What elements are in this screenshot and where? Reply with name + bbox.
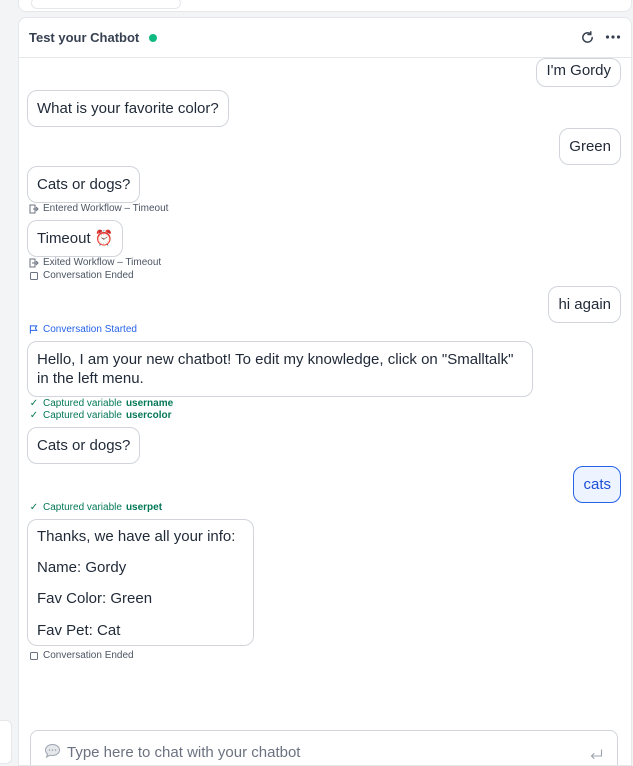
conversation-started-event: Conversation Started xyxy=(29,324,137,335)
conversation-ended-event: Conversation Ended xyxy=(29,270,134,281)
exit-icon xyxy=(29,258,39,268)
panel-header: Test your Chatbot xyxy=(19,18,631,58)
variable-name: usercolor xyxy=(125,410,172,421)
previous-panel-field xyxy=(31,0,181,9)
user-message: I'm Gordy xyxy=(536,58,621,87)
enter-key-icon[interactable] xyxy=(589,748,603,765)
event-label: Captured variable xyxy=(43,398,122,409)
user-message: Green xyxy=(559,128,621,165)
event-label: Captured variable xyxy=(43,502,122,513)
bot-message: Cats or dogs? xyxy=(27,427,141,464)
conversation-ended-event: Conversation Ended xyxy=(29,650,134,661)
summary-line: Fav Color: Green xyxy=(37,590,153,607)
status-indicator xyxy=(149,33,158,42)
bot-message: What is your favorite color? xyxy=(27,90,229,127)
bot-message: Hello, I am your new chatbot! To edit my… xyxy=(27,341,533,397)
captured-variable-event: ✓ Captured variable username xyxy=(29,398,173,409)
check-icon: ✓ xyxy=(29,398,39,409)
variable-name: username xyxy=(125,398,174,409)
summary-line: Name: Gordy xyxy=(37,559,127,576)
workflow-event: Exited Workflow – Timeout xyxy=(29,257,161,268)
event-label: Exited Workflow – Timeout xyxy=(43,257,162,268)
event-label: Conversation Started xyxy=(43,324,137,335)
user-message: cats xyxy=(573,466,621,503)
event-label: Entered Workflow – Timeout xyxy=(43,203,169,214)
enter-icon xyxy=(29,204,39,214)
bot-message: Cats or dogs? xyxy=(27,166,141,203)
chatbot-test-panel: Test your Chatbot I'm Gordy What is your… xyxy=(18,17,632,766)
workflow-event: Entered Workflow – Timeout xyxy=(29,203,168,214)
summary-line: Thanks, we have all your info: xyxy=(37,528,236,545)
previous-panel-edge xyxy=(18,0,632,12)
square-icon xyxy=(29,651,39,661)
variable-name: userpet xyxy=(125,502,163,513)
header-actions xyxy=(579,29,621,45)
chat-input[interactable] xyxy=(43,741,583,763)
flag-icon xyxy=(29,325,39,335)
square-icon xyxy=(29,271,39,281)
event-label: Captured variable xyxy=(43,410,122,421)
user-message: hi again xyxy=(548,286,621,323)
more-options-icon[interactable] xyxy=(605,29,621,45)
refresh-icon[interactable] xyxy=(579,29,595,45)
captured-variable-event: ✓ Captured variable usercolor xyxy=(29,410,172,421)
event-label: Conversation Ended xyxy=(43,270,134,281)
summary-line: Fav Pet: Cat xyxy=(37,622,121,639)
check-icon: ✓ xyxy=(29,502,39,513)
bot-summary-message: Thanks, we have all your info: Name: Gor… xyxy=(27,519,254,646)
captured-variable-event: ✓ Captured variable userpet xyxy=(29,502,162,513)
panel-title: Test your Chatbot xyxy=(29,30,140,45)
chat-composer xyxy=(30,730,618,765)
bot-message: Timeout ⏰ xyxy=(27,220,124,257)
sidebar-edge xyxy=(0,720,12,764)
event-label: Conversation Ended xyxy=(43,650,134,661)
check-icon: ✓ xyxy=(29,410,39,421)
conversation-log: I'm Gordy What is your favorite color? G… xyxy=(19,58,631,765)
